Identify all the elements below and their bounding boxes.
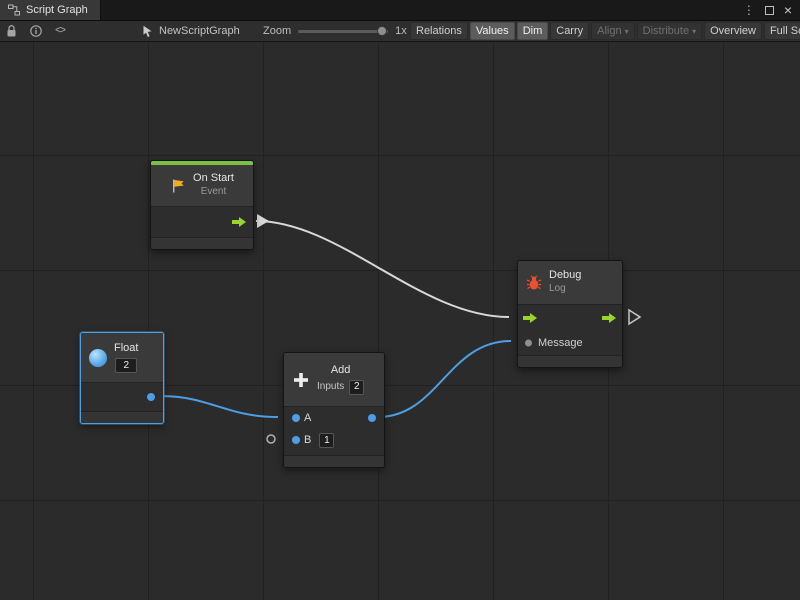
node-footer — [151, 237, 253, 249]
node-subtitle: Log — [549, 283, 566, 296]
lock-icon[interactable] — [6, 22, 17, 40]
flow-continuation-indicator — [629, 310, 640, 324]
node-title: Float — [114, 342, 138, 356]
node-footer — [81, 411, 163, 423]
bug-icon — [526, 274, 542, 292]
node-footer — [518, 355, 622, 367]
input-b-label: B — [304, 434, 311, 446]
zoom-slider-handle[interactable] — [377, 26, 387, 36]
node-header: On Start Event — [151, 165, 253, 207]
sum-output-port[interactable] — [368, 414, 376, 422]
zoom-value: 1x — [395, 25, 407, 37]
unity-script-graph-window: Script Graph ⋮ × <> NewScriptGraph Zoom — [0, 0, 800, 600]
wires-layer — [0, 42, 800, 600]
input-b-port[interactable] — [292, 436, 300, 444]
message-port-label: Message — [538, 337, 583, 349]
wire-start-arrowhead — [257, 214, 269, 228]
inputs-count-field[interactable]: 2 — [349, 380, 364, 395]
graph-canvas[interactable]: On Start Event — [0, 42, 800, 600]
distribute-dropdown[interactable]: Distribute▾ — [637, 22, 702, 40]
zoom-control: Zoom 1x — [263, 21, 407, 41]
plus-icon — [292, 371, 310, 389]
chevron-down-icon: ▾ — [692, 27, 696, 36]
node-subtitle: Event — [201, 186, 227, 199]
input-a-label: A — [304, 412, 311, 424]
graph-name-group: NewScriptGraph — [142, 21, 240, 41]
carry-button[interactable]: Carry — [550, 22, 589, 40]
align-dropdown[interactable]: Align▾ — [591, 22, 634, 40]
full-screen-button[interactable]: Full Screen — [764, 22, 800, 40]
node-float[interactable]: Float 2 — [80, 332, 164, 424]
menu-icon[interactable]: ⋮ — [743, 3, 755, 17]
unconnected-port-indicator — [267, 435, 275, 443]
relations-button[interactable]: Relations — [410, 22, 468, 40]
toolbar-left-icons: <> — [6, 21, 65, 41]
flow-input-port[interactable] — [523, 313, 538, 324]
toolbar-buttons: Relations Values Dim Carry Align▾ Distri… — [410, 21, 800, 41]
inputs-label: Inputs — [317, 381, 344, 394]
flow-output-port[interactable] — [232, 217, 247, 228]
close-icon[interactable]: × — [784, 3, 792, 17]
node-title: Add — [331, 364, 351, 378]
node-header: Debug Log — [518, 261, 622, 305]
flag-icon — [170, 177, 186, 195]
wire-float-to-add[interactable] — [160, 396, 278, 417]
node-on-start[interactable]: On Start Event — [150, 160, 254, 250]
overview-button[interactable]: Overview — [704, 22, 762, 40]
wire-add-to-debuglog[interactable] — [378, 341, 511, 417]
float-value-field[interactable]: 2 — [115, 358, 137, 373]
input-b-value-field[interactable]: 1 — [319, 433, 334, 448]
window-controls: ⋮ × — [743, 0, 800, 20]
node-title: On Start — [193, 172, 234, 186]
restore-icon[interactable] — [765, 6, 774, 15]
graph-toolbar: <> NewScriptGraph Zoom 1x Relations Valu… — [0, 21, 800, 42]
zoom-slider[interactable] — [298, 30, 388, 33]
node-header: Add Inputs 2 — [284, 353, 384, 407]
dim-button[interactable]: Dim — [517, 22, 549, 40]
zoom-label: Zoom — [263, 25, 291, 37]
node-footer — [284, 455, 384, 467]
pointer-icon — [142, 22, 153, 40]
graph-name-label[interactable]: NewScriptGraph — [159, 25, 240, 37]
float-type-icon — [89, 349, 107, 367]
message-input-port[interactable] — [525, 340, 532, 347]
wire-onstart-to-debuglog[interactable] — [256, 221, 509, 317]
chevron-down-icon: ▾ — [625, 27, 629, 36]
info-icon[interactable] — [30, 22, 42, 40]
flow-output-port[interactable] — [602, 313, 617, 324]
tab-title: Script Graph — [26, 4, 88, 16]
tab-script-graph[interactable]: Script Graph — [0, 0, 101, 20]
node-add[interactable]: Add Inputs 2 A B 1 — [283, 352, 385, 468]
node-header: Float 2 — [81, 333, 163, 383]
tab-bar: Script Graph ⋮ × — [0, 0, 800, 21]
values-button[interactable]: Values — [470, 22, 515, 40]
node-debug-log[interactable]: Debug Log Message — [517, 260, 623, 368]
script-graph-icon — [8, 1, 20, 19]
code-icon[interactable]: <> — [55, 22, 65, 40]
input-a-port[interactable] — [292, 414, 300, 422]
float-output-port[interactable] — [147, 393, 155, 401]
node-title: Debug — [549, 269, 581, 283]
